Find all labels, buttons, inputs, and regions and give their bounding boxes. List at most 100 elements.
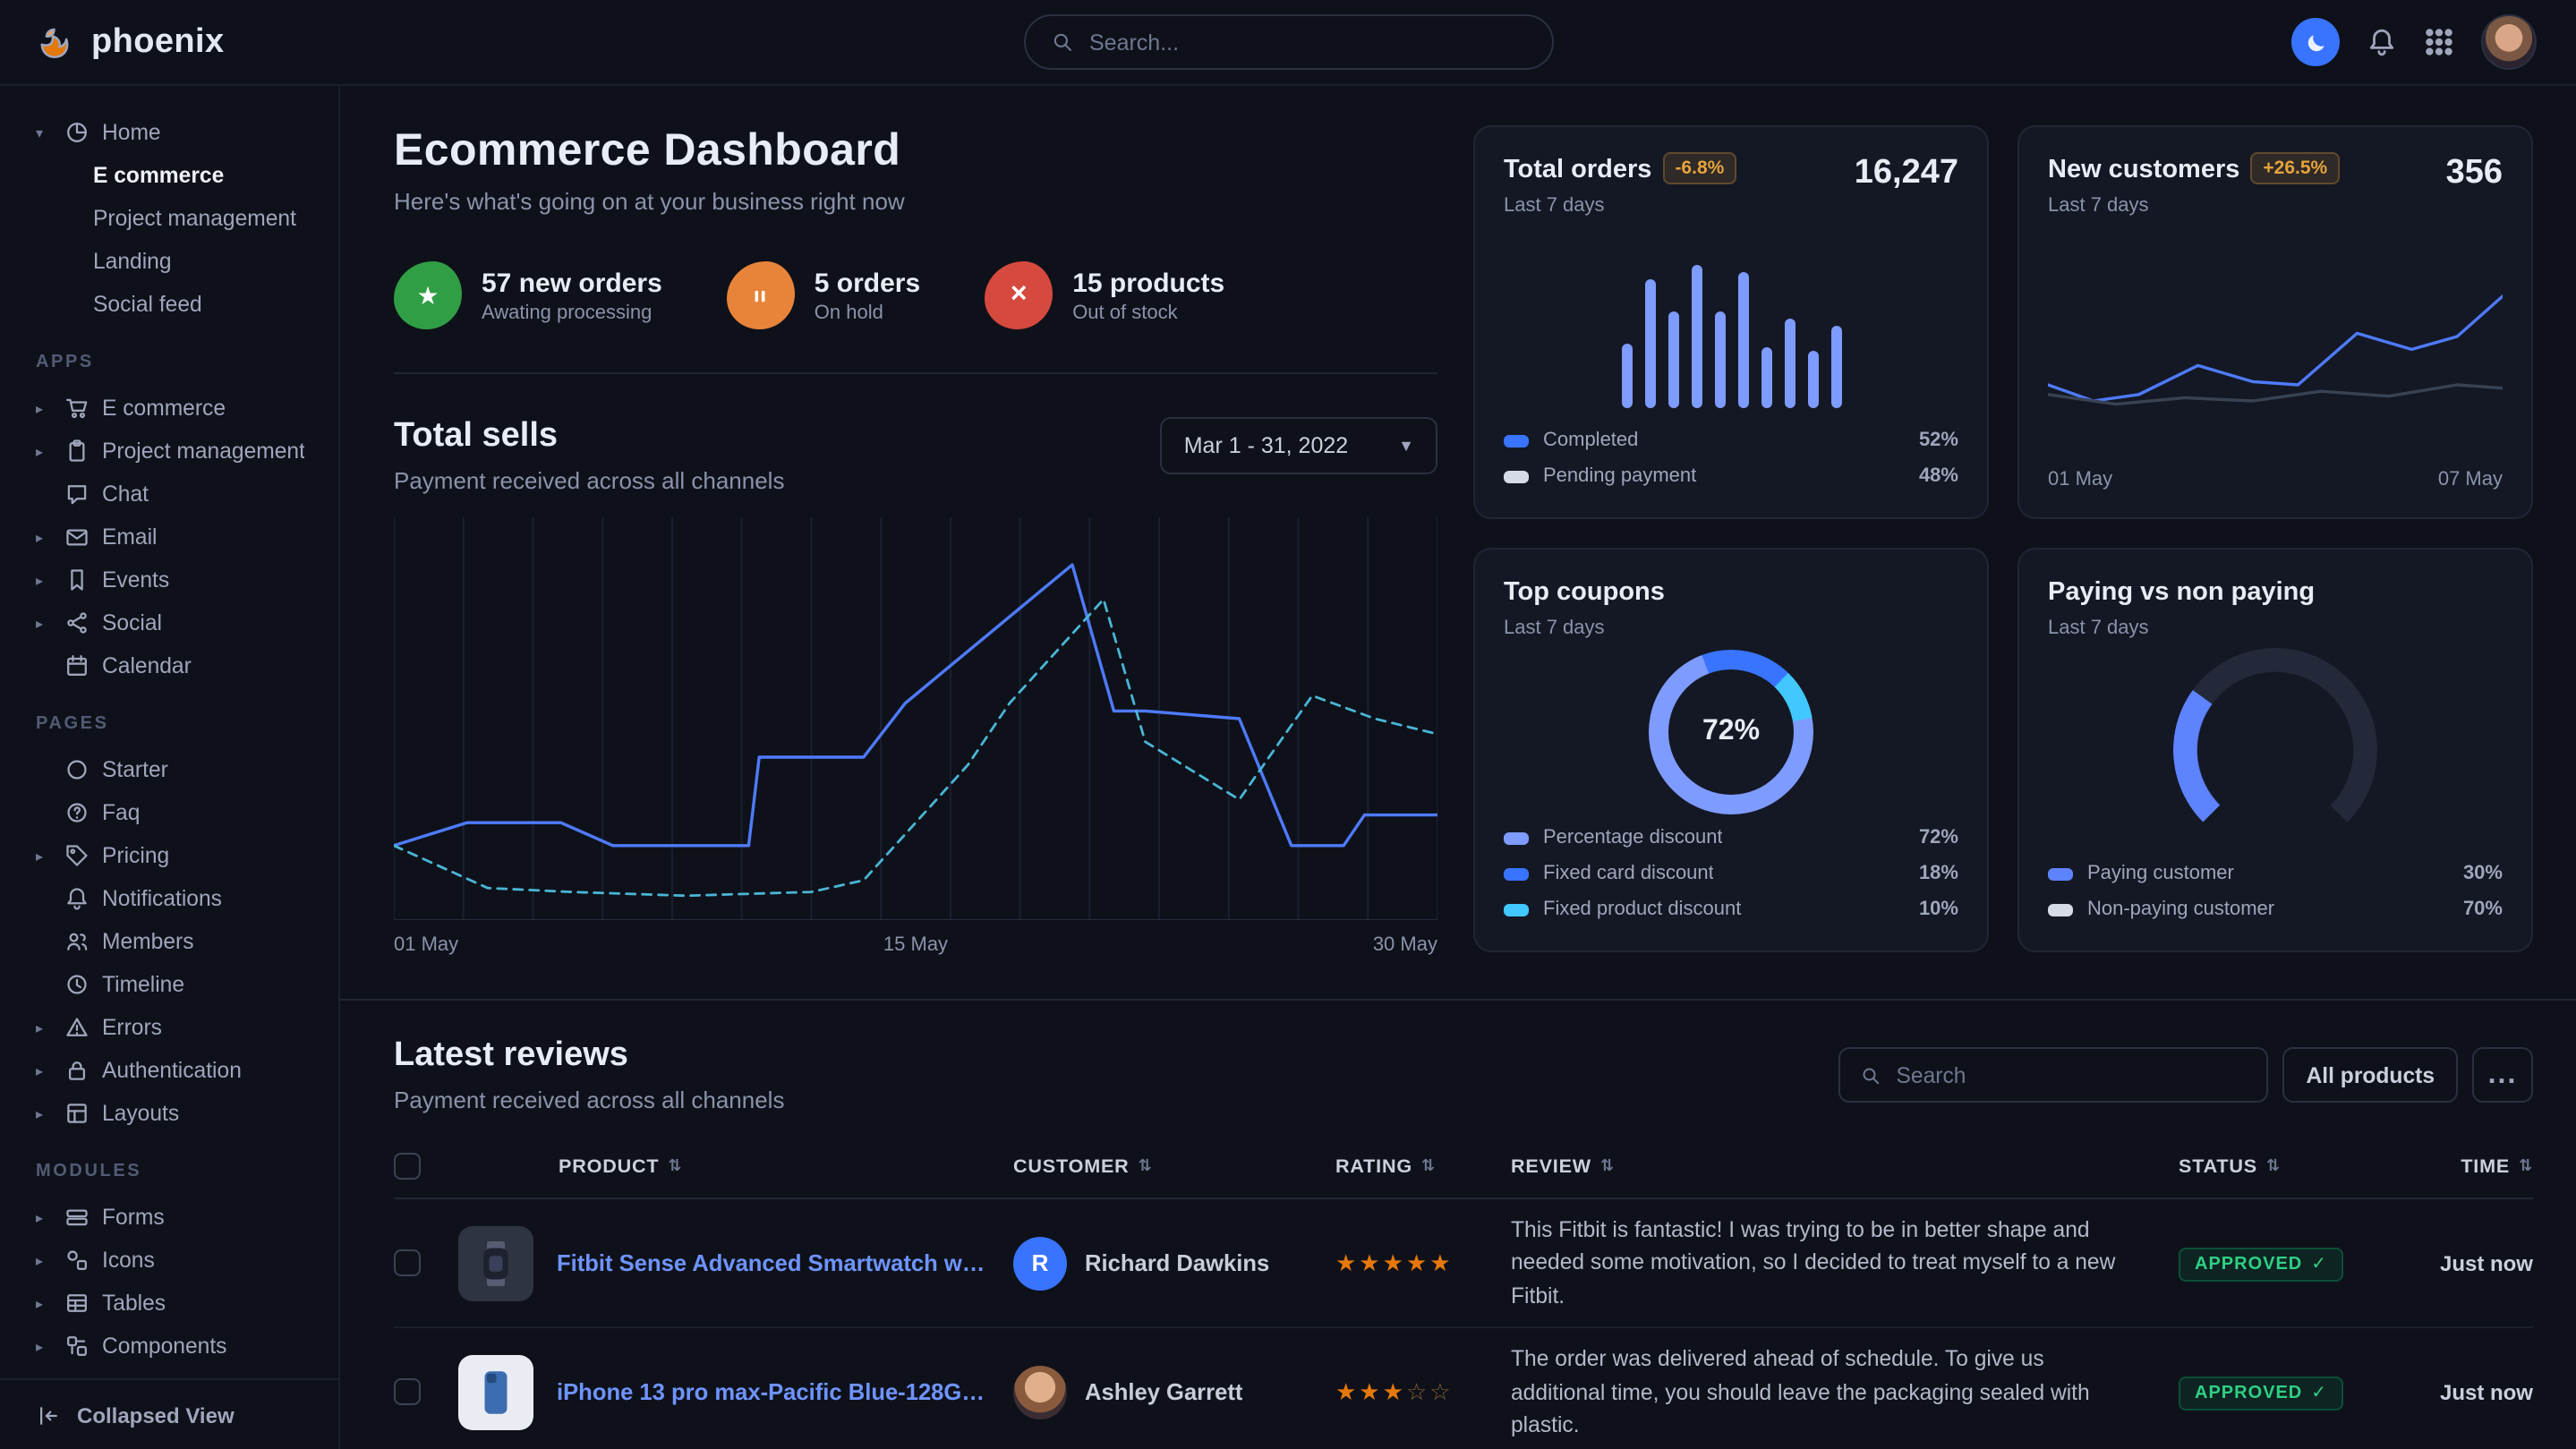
sidebar-subitem-landing[interactable]: Landing <box>36 240 320 283</box>
page-title: Ecommerce Dashboard <box>394 125 1437 177</box>
sidebar-item-components[interactable]: ▸Components <box>36 1325 320 1368</box>
coupons-legend: Percentage discount 72% Fixed card disco… <box>1504 823 1958 924</box>
total-sells-title: Total sells <box>394 417 784 456</box>
caret-icon: ▸ <box>36 400 52 416</box>
total-orders-value: 16,247 <box>1855 154 1958 193</box>
card-period: Last 7 days <box>1504 618 1665 639</box>
customer-cell[interactable]: RRichard Dawkins <box>1013 1236 1335 1290</box>
sidebar-item-email[interactable]: ▸Email <box>36 516 320 558</box>
customer-cell[interactable]: Ashley Garrett <box>1013 1366 1335 1419</box>
table-row[interactable]: iPhone 13 pro max-Pacific Blue-128GB sto… <box>394 1329 2533 1449</box>
order-bar <box>1830 326 1841 408</box>
notifications-button[interactable] <box>2367 27 2397 57</box>
grid-icon <box>2424 27 2454 57</box>
table-icon <box>64 1291 90 1316</box>
caret-icon: ▸ <box>36 1295 52 1311</box>
brand[interactable]: phoenix <box>36 21 225 63</box>
card-title: New customers <box>2048 156 2239 184</box>
sidebar-item-e-commerce[interactable]: ▸E commerce <box>36 387 320 430</box>
more-actions-button[interactable]: ... <box>2472 1047 2533 1103</box>
collapse-icon <box>36 1402 61 1428</box>
sidebar-item-notifications[interactable]: Notifications <box>36 877 320 920</box>
reviews-search[interactable] <box>1839 1047 2269 1103</box>
theme-toggle-button[interactable] <box>2291 18 2340 66</box>
check-icon: ✓ <box>2311 1254 2327 1274</box>
legend-swatch <box>1504 831 1529 844</box>
column-header-time[interactable]: TIME⇅ <box>2390 1155 2533 1177</box>
sidebar-item-label: Faq <box>102 800 140 825</box>
review-time: Just now <box>2390 1380 2533 1405</box>
legend-value: 70% <box>2463 899 2503 920</box>
sidebar-item-icons[interactable]: ▸Icons <box>36 1239 320 1282</box>
nav-section-label: PAGES <box>36 714 320 734</box>
sidebar-item-social[interactable]: ▸Social <box>36 601 320 644</box>
product-link[interactable]: iPhone 13 pro max-Pacific Blue-128GB sto… <box>557 1379 988 1406</box>
sidebar-subitem-project-management[interactable]: Project management <box>36 197 320 240</box>
user-avatar[interactable] <box>2481 14 2537 70</box>
row-checkbox[interactable] <box>394 1379 421 1406</box>
sidebar-item-tables[interactable]: ▸Tables <box>36 1282 320 1325</box>
column-header-rating[interactable]: RATING⇅ <box>1335 1155 1511 1177</box>
status-cell: APPROVED ✓ <box>2179 1245 2390 1281</box>
column-header-product[interactable]: PRODUCT⇅ <box>458 1155 1013 1177</box>
components-icon <box>64 1334 90 1359</box>
status-cell: APPROVED ✓ <box>2179 1375 2390 1411</box>
sidebar-item-calendar[interactable]: Calendar <box>36 644 320 687</box>
bookmark-icon <box>64 567 90 592</box>
sidebar-item-errors[interactable]: ▸Errors <box>36 1006 320 1049</box>
sidebar-item-faq[interactable]: Faq <box>36 791 320 834</box>
trend-badge: -6.8% <box>1662 152 1736 184</box>
sidebar-item-timeline[interactable]: Timeline <box>36 963 320 1006</box>
lock-icon <box>64 1058 90 1083</box>
order-bar <box>1784 319 1795 408</box>
sidebar-item-layouts[interactable]: ▸Layouts <box>36 1092 320 1135</box>
table-row[interactable]: Fitbit Sense Advanced Smartwatch with To… <box>394 1199 2533 1329</box>
sidebar-item-authentication[interactable]: ▸Authentication <box>36 1049 320 1092</box>
top-coupons-card: Top coupons Last 7 days 72% Percentage d… <box>1473 548 1989 952</box>
alert-icon <box>64 1015 90 1040</box>
apps-grid-button[interactable] <box>2424 27 2454 57</box>
sidebar-subitem-e-commerce[interactable]: E commerce <box>36 154 320 197</box>
chevron-down-icon: ▼ <box>1398 437 1414 455</box>
sidebar-item-project-management[interactable]: ▸Project management <box>36 430 320 473</box>
sidebar-item-starter[interactable]: Starter <box>36 748 320 791</box>
x-label-end: 07 May <box>2438 469 2503 490</box>
column-header-status[interactable]: STATUS⇅ <box>2179 1155 2390 1177</box>
date-range-select[interactable]: Mar 1 - 31, 2022 ▼ <box>1161 417 1437 474</box>
caret-icon: ▸ <box>36 529 52 545</box>
column-header-review[interactable]: REVIEW⇅ <box>1511 1155 2179 1177</box>
all-products-button[interactable]: All products <box>2283 1047 2458 1103</box>
sidebar-subitem-social-feed[interactable]: Social feed <box>36 283 320 326</box>
column-header-customer[interactable]: CUSTOMER⇅ <box>1013 1155 1335 1177</box>
legend-row: Fixed product discount 10% <box>1504 895 1958 924</box>
sidebar-item-members[interactable]: Members <box>36 920 320 963</box>
sidebar-item-chat[interactable]: Chat <box>36 473 320 516</box>
reviews-search-input[interactable] <box>1897 1062 2248 1087</box>
tag-icon <box>64 843 90 868</box>
mail-icon <box>64 524 90 550</box>
review-time: Just now <box>2390 1250 2533 1275</box>
sidebar-item-pricing[interactable]: ▸Pricing <box>36 834 320 877</box>
legend-label: Pending payment <box>1543 465 1696 487</box>
sidebar-item-events[interactable]: ▸Events <box>36 558 320 601</box>
stats-divider <box>394 372 1437 374</box>
status-badge: APPROVED ✓ <box>2179 1247 2343 1281</box>
select-all-checkbox[interactable] <box>394 1153 421 1180</box>
legend-label: Paying customer <box>2087 863 2234 884</box>
main-content: Ecommerce Dashboard Here's what's going … <box>340 86 2576 1449</box>
global-search-input[interactable] <box>1089 30 1526 55</box>
global-search[interactable] <box>1023 14 1553 70</box>
clock-icon <box>64 972 90 997</box>
sort-icon: ⇅ <box>2519 1156 2533 1176</box>
sidebar-item-home[interactable]: ▾Home <box>36 111 320 154</box>
sidebar-item-forms[interactable]: ▸Forms <box>36 1196 320 1239</box>
row-checkbox[interactable] <box>394 1249 421 1276</box>
total-sells-subtitle: Payment received across all channels <box>394 467 784 494</box>
product-link[interactable]: Fitbit Sense Advanced Smartwatch with To… <box>557 1249 988 1276</box>
latest-reviews-section: Latest reviews Payment received across a… <box>394 1036 2533 1449</box>
stat-caption: Out of stock <box>1072 302 1224 323</box>
collapse-sidebar-button[interactable]: Collapsed View <box>0 1378 338 1449</box>
legend-swatch <box>1504 867 1529 880</box>
phoenix-logo-icon <box>36 21 77 63</box>
table-body: Fitbit Sense Advanced Smartwatch with To… <box>394 1199 2533 1449</box>
